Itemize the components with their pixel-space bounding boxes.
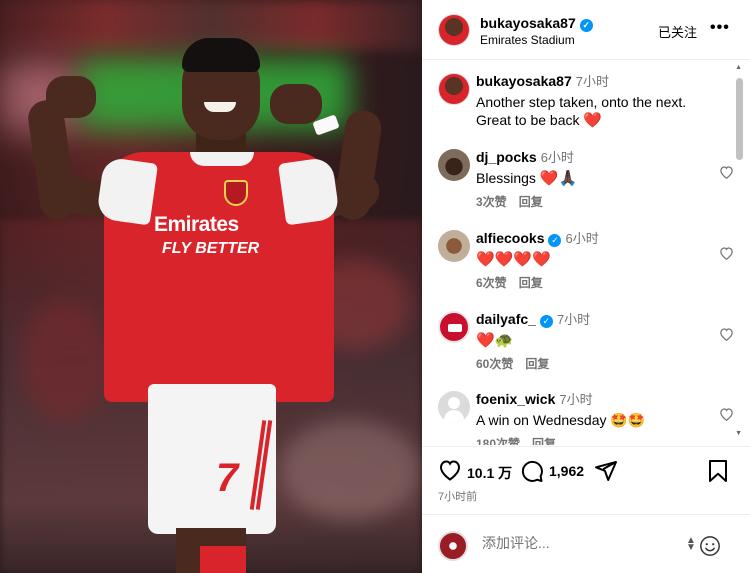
comment-emoji: ❤️🐢	[476, 332, 514, 349]
share-paper-plane-icon[interactable]	[594, 459, 618, 488]
comment-emoji: ❤️❤️❤️❤️	[476, 251, 551, 268]
crowd-blur	[280, 420, 420, 520]
comment-count[interactable]: 1,962	[549, 463, 584, 479]
post-header: bukayosaka87 ✓ Emirates Stadium 已关注 •••	[422, 0, 750, 60]
post-side-panel: bukayosaka87 ✓ Emirates Stadium 已关注 ••• b…	[422, 0, 750, 573]
comment-like-count[interactable]: 60次赞	[476, 357, 513, 371]
author-username[interactable]: bukayosaka87 ✓	[480, 15, 593, 32]
shirt-sleeve-right	[277, 156, 341, 226]
caption-username[interactable]: bukayosaka87	[476, 73, 572, 89]
heart-emoji-icon: ❤️	[583, 112, 603, 129]
following-button[interactable]: 已关注	[658, 22, 697, 41]
emoji-smiley-icon[interactable]	[699, 535, 721, 562]
commenter-avatar[interactable]	[438, 391, 470, 423]
comment-like-heart-icon[interactable]	[719, 246, 734, 263]
scrollbar-thumb[interactable]	[736, 78, 743, 160]
comment-text: A win on Wednesday	[476, 412, 607, 428]
reply-button[interactable]: 回复	[525, 357, 549, 371]
caption-time: 7小时	[575, 74, 609, 89]
player-hair	[182, 38, 260, 72]
player-sock	[200, 546, 246, 573]
comment-like-heart-icon[interactable]	[719, 407, 734, 424]
post-photo[interactable]: Emirates FLY BETTER 7	[0, 0, 422, 573]
posted-time[interactable]: 7小时前	[438, 488, 477, 504]
shirt-sleeve-left	[95, 156, 159, 226]
resize-stepper-icon[interactable]: ▲ ▼	[686, 536, 696, 553]
post-location[interactable]: Emirates Stadium	[480, 33, 575, 47]
arsenal-crest-icon	[224, 180, 248, 206]
commenter-avatar[interactable]	[438, 311, 470, 343]
bookmark-icon[interactable]	[707, 459, 729, 488]
shirt-sponsor-tagline: FLY BETTER	[162, 240, 260, 257]
comment-username[interactable]: foenix_wick	[476, 391, 555, 407]
more-options-icon[interactable]: •••	[710, 19, 730, 37]
comment-emoji: 🤩🤩	[610, 412, 646, 428]
comment-like-count[interactable]: 6次赞	[476, 276, 507, 290]
comment-time: 6小时	[565, 231, 599, 246]
comment-emoji: ❤️🙏🏿	[539, 170, 578, 187]
player-right-fist	[270, 84, 322, 124]
scroll-up-arrow-icon[interactable]: ▲	[735, 64, 742, 71]
comment-username[interactable]: dj_pocks	[476, 149, 537, 165]
commenter-avatar[interactable]	[438, 149, 470, 181]
comment-like-count[interactable]: 180次赞	[476, 437, 520, 445]
comment-time: 7小时	[559, 392, 593, 407]
shirt-sponsor: Emirates	[154, 213, 239, 236]
comment-like-heart-icon[interactable]	[719, 165, 734, 182]
like-count[interactable]: 10.1 万	[467, 463, 512, 483]
comment-bubble-icon[interactable]	[520, 459, 544, 488]
comment-text: Blessings	[476, 170, 536, 186]
author-username-text[interactable]: bukayosaka87	[480, 15, 576, 31]
reply-button[interactable]: 回复	[519, 195, 543, 209]
crowd-blur	[20, 300, 110, 420]
shirt-collar	[190, 152, 254, 166]
comment-time: 7小时	[556, 312, 591, 327]
like-heart-icon[interactable]	[438, 459, 462, 486]
caption-avatar[interactable]	[438, 73, 470, 105]
caption-text: Another step taken, onto the next. Great…	[476, 94, 687, 128]
player-smile	[204, 102, 236, 112]
verified-badge-icon: ✓	[579, 19, 593, 32]
comment-username[interactable]: dailyafc_	[476, 311, 536, 327]
shorts-number: 7	[216, 456, 239, 500]
comments-list[interactable]: bukayosaka87 7小时 Another step taken, onto…	[422, 61, 750, 445]
comment-like-heart-icon[interactable]	[719, 327, 734, 344]
add-comment-input[interactable]	[482, 535, 682, 551]
comment-like-count[interactable]: 3次赞	[476, 195, 507, 209]
comment-time: 6小时	[540, 150, 574, 165]
comment-username[interactable]: alfiecooks	[476, 230, 544, 246]
reply-button[interactable]: 回复	[532, 437, 556, 445]
verified-badge-icon: ✓	[539, 315, 553, 328]
player-left-fist	[46, 76, 96, 118]
scroll-down-arrow-icon[interactable]: ▼	[735, 430, 742, 437]
current-user-avatar	[438, 531, 468, 561]
commenter-avatar[interactable]	[438, 230, 470, 262]
verified-badge-icon: ✓	[548, 234, 562, 247]
author-avatar[interactable]	[438, 14, 470, 46]
reply-button[interactable]: 回复	[519, 276, 543, 290]
comment-composer: ▲▼	[422, 514, 750, 573]
